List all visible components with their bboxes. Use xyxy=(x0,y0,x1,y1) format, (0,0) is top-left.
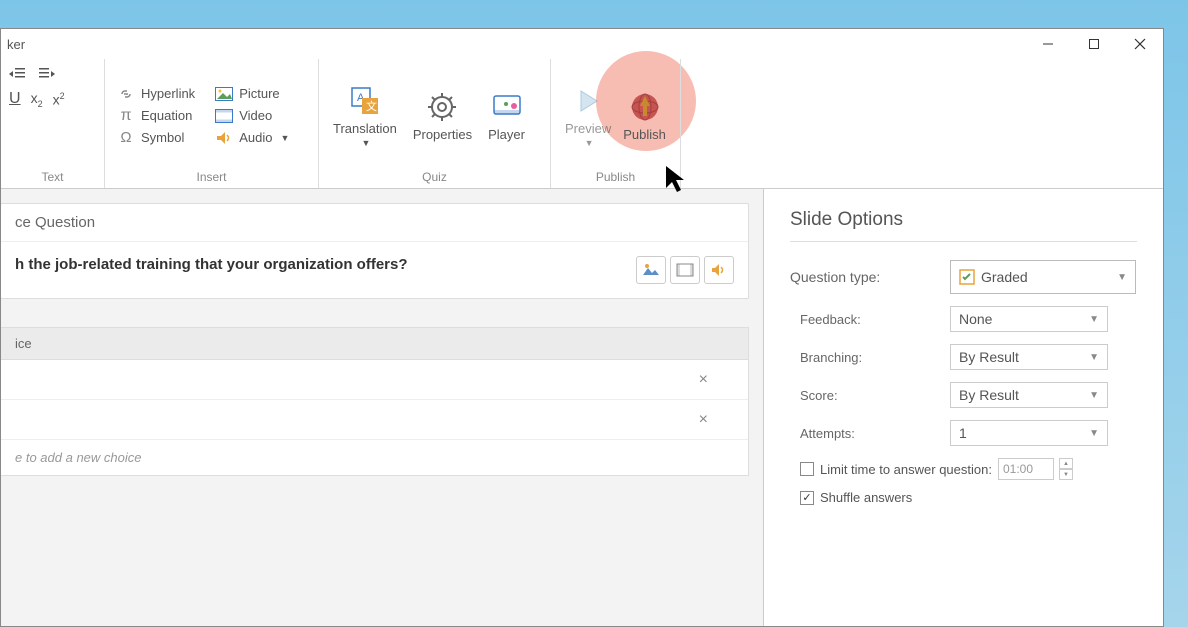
chevron-down-icon: ▼ xyxy=(361,138,370,148)
main-pane: ce Question h the job-related training t… xyxy=(1,189,763,626)
group-label-insert: Insert xyxy=(113,168,310,186)
choices-card: ice × × e to add a new choice xyxy=(1,327,749,476)
ribbon-group-publish: Preview ▼ Publish Publish xyxy=(551,59,681,188)
decrease-indent-icon[interactable] xyxy=(9,67,27,84)
speaker-icon xyxy=(711,263,727,277)
slide-options-pane: Slide Options Question type: Graded ▼ Fe… xyxy=(763,189,1163,626)
audio-icon xyxy=(215,130,233,146)
symbol-icon: Ω xyxy=(117,130,135,146)
question-type-header: ce Question xyxy=(1,204,748,242)
media-buttons xyxy=(636,256,734,284)
score-label: Score: xyxy=(790,388,950,403)
publish-icon xyxy=(627,89,663,125)
add-audio-button[interactable] xyxy=(704,256,734,284)
attempts-select[interactable]: 1▼ xyxy=(950,420,1108,446)
shuffle-label: Shuffle answers xyxy=(820,490,912,505)
play-icon xyxy=(570,83,606,119)
minimize-button[interactable] xyxy=(1025,29,1071,59)
chevron-down-icon: ▼ xyxy=(1089,314,1099,325)
properties-button[interactable]: Properties xyxy=(407,85,478,146)
titlebar: ker xyxy=(1,29,1163,59)
score-select[interactable]: By Result▼ xyxy=(950,382,1108,408)
hyperlink-icon xyxy=(117,86,135,102)
chevron-down-icon: ▼ xyxy=(1089,352,1099,363)
window-controls xyxy=(1025,29,1163,59)
limit-time-label: Limit time to answer question: xyxy=(820,462,992,477)
time-limit-input[interactable]: 01:00 xyxy=(998,458,1054,480)
publish-button[interactable]: Publish xyxy=(617,85,672,146)
delete-choice-button[interactable]: × xyxy=(699,411,734,429)
chevron-down-icon: ▼ xyxy=(1117,272,1127,283)
film-icon xyxy=(676,263,694,277)
equation-icon: π xyxy=(117,108,135,124)
svg-text:文: 文 xyxy=(366,99,377,113)
delete-choice-button[interactable]: × xyxy=(699,371,734,389)
add-image-button[interactable] xyxy=(636,256,666,284)
app-window: ker U x2 x2 Text xyxy=(0,28,1164,627)
group-label-publish: Publish xyxy=(559,168,672,186)
subscript-button[interactable]: x2 xyxy=(31,90,43,109)
group-label-text: Text xyxy=(9,168,96,186)
content-area: ce Question h the job-related training t… xyxy=(1,189,1163,626)
underline-button[interactable]: U xyxy=(9,90,21,108)
attempts-label: Attempts: xyxy=(790,426,950,441)
window-title: ker xyxy=(7,37,25,52)
choice-row[interactable]: × xyxy=(1,400,748,440)
ribbon-group-text: U x2 x2 Text xyxy=(1,59,105,188)
ribbon-group-insert: Hyperlink πEquation ΩSymbol Picture Vide… xyxy=(105,59,319,188)
limit-time-checkbox[interactable] xyxy=(800,462,814,476)
branching-select[interactable]: By Result▼ xyxy=(950,344,1108,370)
ribbon-group-quiz: A文 Translation ▼ Properties Player Quiz xyxy=(319,59,551,188)
audio-button[interactable]: Audio▼ xyxy=(211,128,293,148)
hyperlink-button[interactable]: Hyperlink xyxy=(113,84,199,104)
translation-button[interactable]: A文 Translation ▼ xyxy=(327,79,403,152)
video-icon xyxy=(215,108,233,124)
feedback-select[interactable]: None▼ xyxy=(950,306,1108,332)
equation-button[interactable]: πEquation xyxy=(113,106,199,126)
chevron-down-icon: ▼ xyxy=(1089,390,1099,401)
choice-row[interactable]: × xyxy=(1,360,748,400)
question-type-label: Question type: xyxy=(790,269,950,285)
player-button[interactable]: Player xyxy=(482,85,531,146)
picture-button[interactable]: Picture xyxy=(211,84,293,104)
question-type-select[interactable]: Graded ▼ xyxy=(950,260,1136,294)
graded-icon xyxy=(959,269,975,285)
choices-header: ice xyxy=(1,328,748,360)
gear-icon xyxy=(424,89,460,125)
superscript-button[interactable]: x2 xyxy=(53,91,65,108)
preview-button[interactable]: Preview ▼ xyxy=(559,79,617,152)
group-label-quiz: Quiz xyxy=(327,168,542,186)
picture-icon xyxy=(215,86,233,102)
maximize-button[interactable] xyxy=(1071,29,1117,59)
increase-indent-icon[interactable] xyxy=(37,67,55,84)
translation-icon: A文 xyxy=(347,83,383,119)
add-choice-placeholder[interactable]: e to add a new choice xyxy=(1,440,748,475)
slide-options-title: Slide Options xyxy=(790,209,1137,242)
ribbon: U x2 x2 Text Hyperlink πEquation ΩSymbol… xyxy=(1,59,1163,189)
symbol-button[interactable]: ΩSymbol xyxy=(113,128,199,148)
chevron-down-icon: ▼ xyxy=(1089,428,1099,439)
shuffle-checkbox[interactable] xyxy=(800,491,814,505)
time-spinner[interactable]: ▲▼ xyxy=(1059,458,1073,480)
player-icon xyxy=(489,89,525,125)
branching-label: Branching: xyxy=(790,350,950,365)
chevron-down-icon: ▼ xyxy=(585,138,594,148)
video-button[interactable]: Video xyxy=(211,106,293,126)
image-icon xyxy=(642,263,660,277)
question-text[interactable]: h the job-related training that your org… xyxy=(15,256,408,273)
close-button[interactable] xyxy=(1117,29,1163,59)
question-card: ce Question h the job-related training t… xyxy=(1,203,749,299)
add-video-button[interactable] xyxy=(670,256,700,284)
feedback-label: Feedback: xyxy=(790,312,950,327)
chevron-down-icon: ▼ xyxy=(280,133,289,143)
